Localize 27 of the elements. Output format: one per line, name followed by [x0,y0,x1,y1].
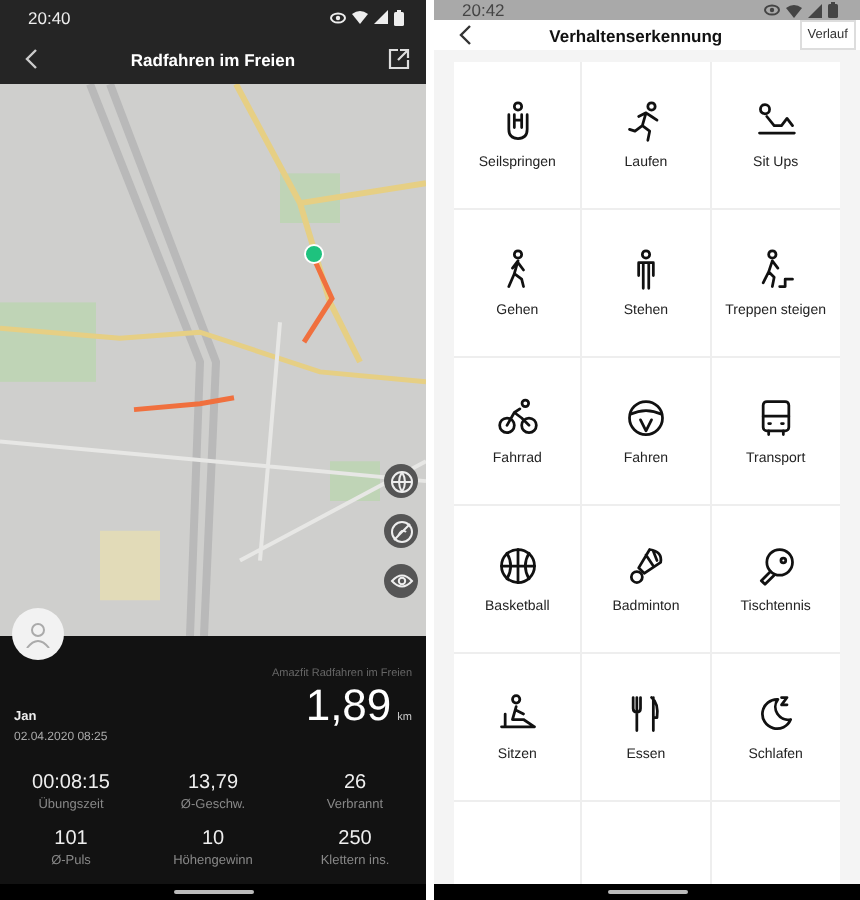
status-time: 20:42 [462,0,505,20]
eye-icon [389,572,413,590]
share-icon[interactable] [388,48,410,70]
stat-value: 00:08:15 [32,772,110,794]
back-icon[interactable] [458,24,472,46]
steering-wheel-icon [623,396,668,440]
battery-icon [828,2,838,18]
wifi-icon [786,3,802,17]
stat-value: 10 [201,828,225,850]
stat-value: 13,79 [187,772,239,794]
screen-title: Verhaltenserkennung [549,25,723,45]
person-silhouette-icon [24,620,52,648]
crossed-map-icon [389,519,413,543]
battery-icon [394,9,404,25]
distance-value: 1,89 [305,680,392,732]
bicycle-icon [495,396,540,440]
wifi-icon [352,10,368,24]
stat-value: 101 [54,828,88,850]
stat-value: 26 [343,772,367,794]
basketball-icon [495,544,540,588]
globe-icon [389,469,413,493]
signal-icon [374,10,388,24]
screen-title: Radfahren im Freien [130,49,296,69]
eye-icon [330,11,346,23]
status-time: 20:40 [28,7,71,27]
stat-value: 250 [338,828,372,850]
eye-icon [764,4,780,16]
